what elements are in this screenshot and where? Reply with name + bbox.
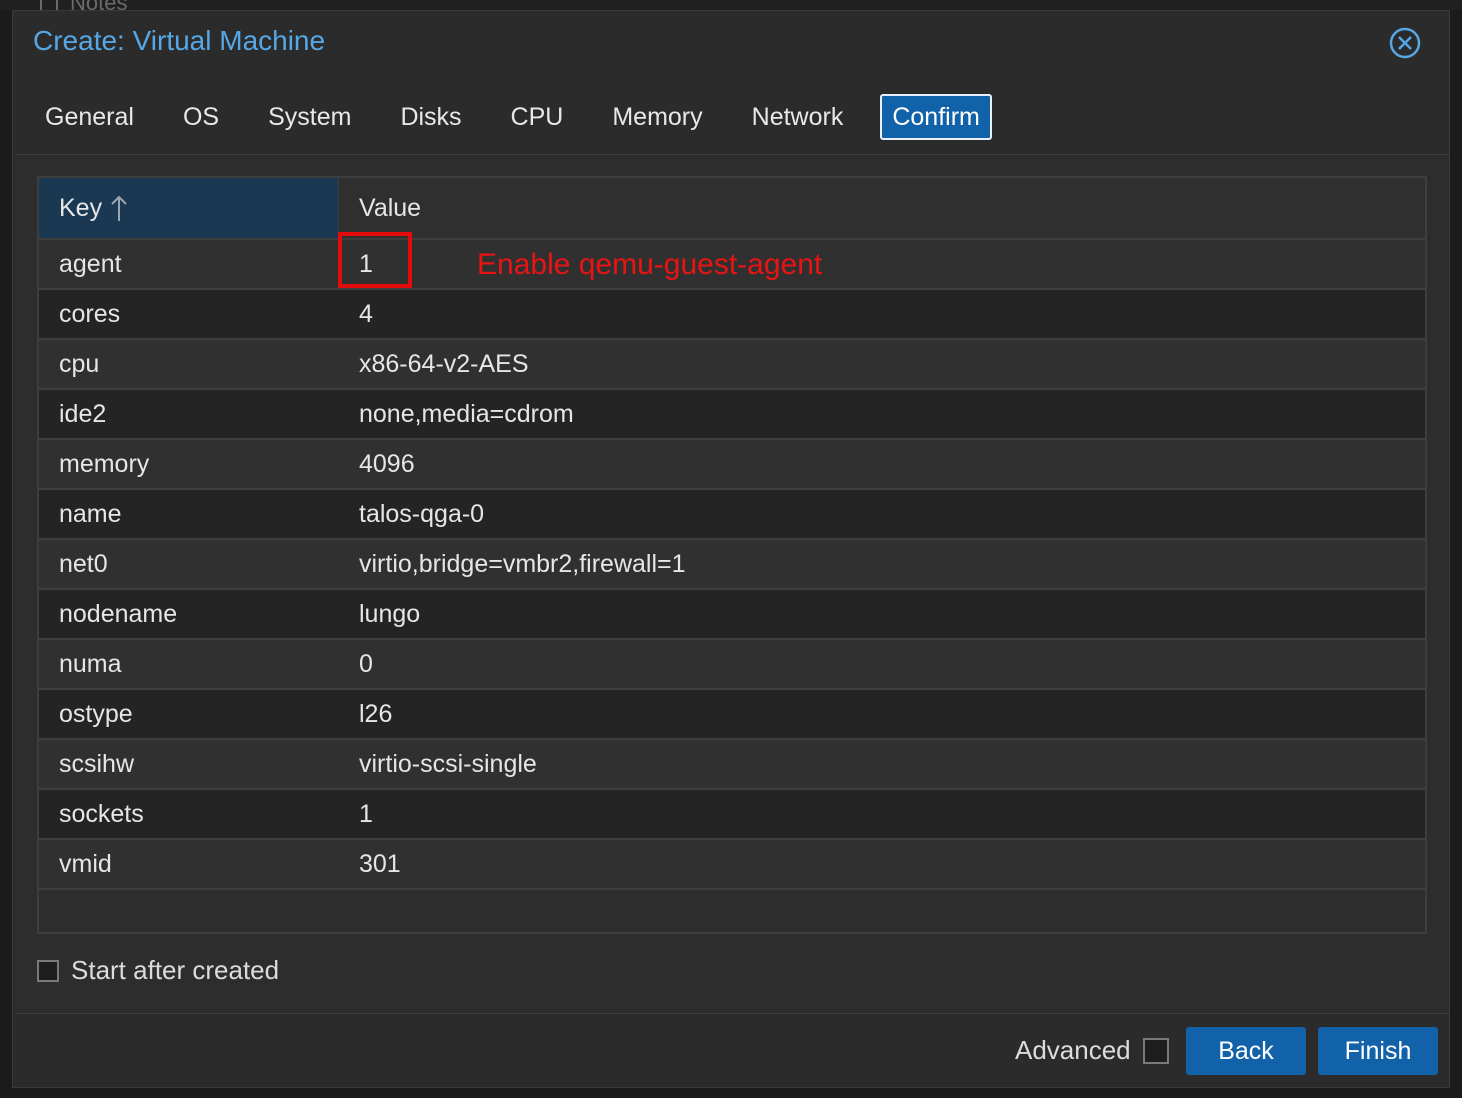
column-header-key-label: Key (59, 193, 103, 222)
row-key: name (59, 499, 122, 528)
table-row[interactable]: vmid 301 (39, 840, 1425, 890)
dialog-title: Create: Virtual Machine (33, 25, 326, 56)
table-row[interactable]: name talos-qga-0 (39, 490, 1425, 540)
row-value: x86-64-v2-AES (359, 349, 529, 378)
column-header-value[interactable]: Value (339, 178, 1425, 238)
column-header-key[interactable]: Key (39, 178, 339, 238)
table-row[interactable]: agent 1 Enable qemu-guest-agent (39, 232, 1425, 290)
start-after-created-checkbox[interactable] (37, 959, 59, 982)
wizard-tabs: General OS System Disks CPU Memory Netwo… (33, 93, 992, 141)
row-value: none,media=cdrom (359, 399, 574, 428)
close-button[interactable] (1389, 27, 1421, 59)
row-value: 4096 (359, 449, 415, 478)
row-key: vmid (59, 849, 112, 878)
table-row[interactable]: numa 0 (39, 640, 1425, 690)
row-key: net0 (59, 549, 108, 578)
row-value: 301 (359, 849, 401, 878)
row-value: lungo (359, 599, 421, 628)
close-circle-icon (1389, 27, 1421, 59)
table-row[interactable]: net0 virtio,bridge=vmbr2,firewall=1 (39, 540, 1425, 590)
annotation-text: Enable qemu-guest-agent (477, 248, 823, 281)
tab-os[interactable]: OS (171, 93, 231, 141)
table-row[interactable]: sockets 1 (39, 790, 1425, 840)
row-key: nodename (59, 599, 178, 628)
row-value: virtio,bridge=vmbr2,firewall=1 (359, 549, 686, 578)
row-key: cores (59, 299, 121, 328)
tab-confirm[interactable]: Confirm (880, 94, 992, 140)
table-row[interactable]: memory 4096 (39, 440, 1425, 490)
row-value: talos-qga-0 (359, 499, 485, 528)
table-row[interactable]: cores 4 (39, 290, 1425, 340)
row-key: ide2 (59, 399, 107, 428)
create-vm-dialog: Create: Virtual Machine General OS Syste… (12, 10, 1450, 1088)
start-after-created-option[interactable]: Start after created (37, 955, 279, 986)
tab-disks[interactable]: Disks (388, 93, 473, 141)
table-row[interactable]: ostype l26 (39, 690, 1425, 740)
confirm-panel: Key Value agent 1 Enable qemu-guest-agen… (15, 154, 1449, 1014)
tab-memory[interactable]: Memory (600, 93, 714, 141)
row-value: 4 (359, 299, 373, 328)
row-value: l26 (359, 699, 393, 728)
start-after-created-label: Start after created (71, 955, 280, 985)
row-value: virtio-scsi-single (359, 749, 537, 778)
background-window-strip (0, 0, 1462, 10)
table-row[interactable]: nodename lungo (39, 590, 1425, 640)
tab-network[interactable]: Network (740, 93, 856, 141)
arrow-up-icon (110, 194, 128, 222)
table-row[interactable]: scsihw virtio-scsi-single (39, 740, 1425, 790)
row-key: scsihw (59, 749, 135, 778)
advanced-checkbox[interactable] (1142, 1037, 1169, 1064)
back-button[interactable]: Back (1186, 1027, 1306, 1075)
advanced-option[interactable]: Advanced (1015, 1035, 1169, 1066)
tab-general[interactable]: General (33, 93, 146, 141)
column-header-value-label: Value (359, 193, 422, 222)
row-key: agent (59, 249, 122, 278)
row-key: cpu (59, 349, 100, 378)
table-row[interactable]: cpu x86-64-v2-AES (39, 340, 1425, 390)
grid-header: Key Value (39, 178, 1425, 240)
advanced-label: Advanced (1015, 1035, 1131, 1065)
tab-system[interactable]: System (256, 93, 363, 141)
summary-grid[interactable]: Key Value agent 1 Enable qemu-guest-agen… (37, 176, 1427, 934)
row-value: 1 (359, 799, 373, 828)
row-key: ostype (59, 699, 133, 728)
tab-cpu[interactable]: CPU (499, 93, 576, 141)
row-key: sockets (59, 799, 144, 828)
table-row[interactable]: ide2 none,media=cdrom (39, 390, 1425, 440)
row-key: numa (59, 649, 122, 678)
dialog-footer: Advanced Back Finish (13, 1015, 1449, 1087)
row-key: memory (59, 449, 150, 478)
finish-button[interactable]: Finish (1318, 1027, 1438, 1075)
row-value: 0 (359, 649, 373, 678)
